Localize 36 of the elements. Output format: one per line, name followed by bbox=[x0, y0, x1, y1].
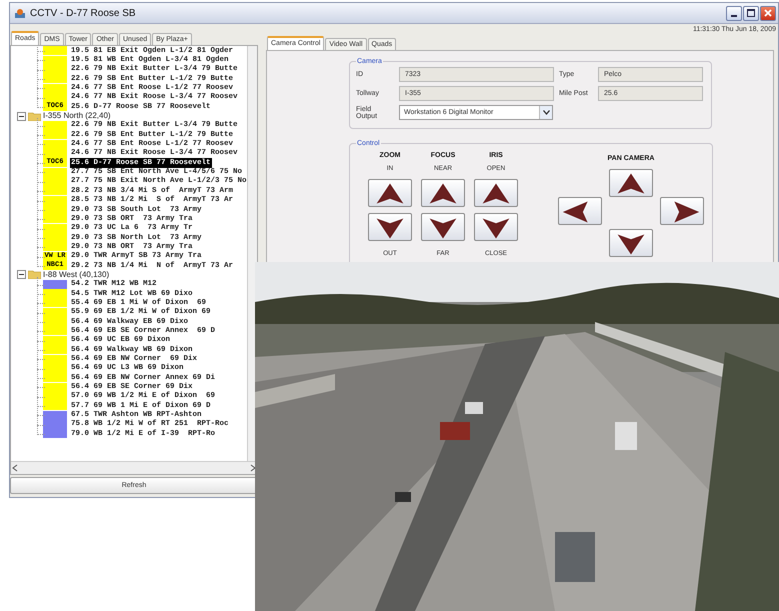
maximize-button[interactable] bbox=[743, 6, 759, 20]
up-arrow-icon bbox=[376, 184, 404, 204]
left-arrow-icon bbox=[562, 202, 588, 222]
window-title: CCTV - D-77 Roose SB bbox=[30, 8, 136, 18]
up-arrow-icon bbox=[430, 184, 456, 204]
pan-up-button[interactable] bbox=[609, 169, 653, 197]
up-arrow-icon bbox=[482, 184, 510, 204]
horizontal-scrollbar[interactable] bbox=[11, 461, 257, 474]
minimize-button[interactable] bbox=[726, 6, 742, 20]
down-arrow-icon bbox=[482, 218, 510, 238]
vertical-scrollbar[interactable] bbox=[247, 46, 257, 462]
iris-up-button[interactable] bbox=[474, 179, 518, 207]
focus-up-button[interactable] bbox=[421, 179, 465, 207]
pan-right-button[interactable] bbox=[660, 197, 704, 225]
close-icon bbox=[764, 9, 772, 17]
collapse-icon[interactable] bbox=[17, 270, 26, 280]
up-arrow-icon bbox=[618, 174, 644, 194]
collapse-icon[interactable] bbox=[17, 112, 26, 121]
pan-down-button[interactable] bbox=[609, 229, 653, 257]
pan-left-button[interactable] bbox=[558, 197, 602, 225]
folder-icon bbox=[28, 112, 41, 121]
down-arrow-icon bbox=[430, 218, 456, 238]
tree-folder[interactable]: I-88 West (40,130) bbox=[43, 270, 110, 280]
zoom-down-button[interactable] bbox=[368, 213, 412, 241]
zoom-up-button[interactable] bbox=[368, 179, 412, 207]
app-icon bbox=[14, 8, 26, 18]
down-arrow-icon bbox=[376, 218, 404, 238]
down-arrow-icon bbox=[618, 234, 644, 254]
iris-down-button[interactable] bbox=[474, 213, 518, 241]
right-arrow-icon bbox=[674, 202, 700, 222]
caret-icon bbox=[539, 106, 552, 119]
folder-icon bbox=[28, 270, 41, 280]
focus-down-button[interactable] bbox=[421, 213, 465, 241]
close-button[interactable] bbox=[760, 6, 776, 20]
tree-folder[interactable]: I-355 North (22,40) bbox=[43, 111, 111, 122]
maximize-icon bbox=[747, 9, 755, 17]
